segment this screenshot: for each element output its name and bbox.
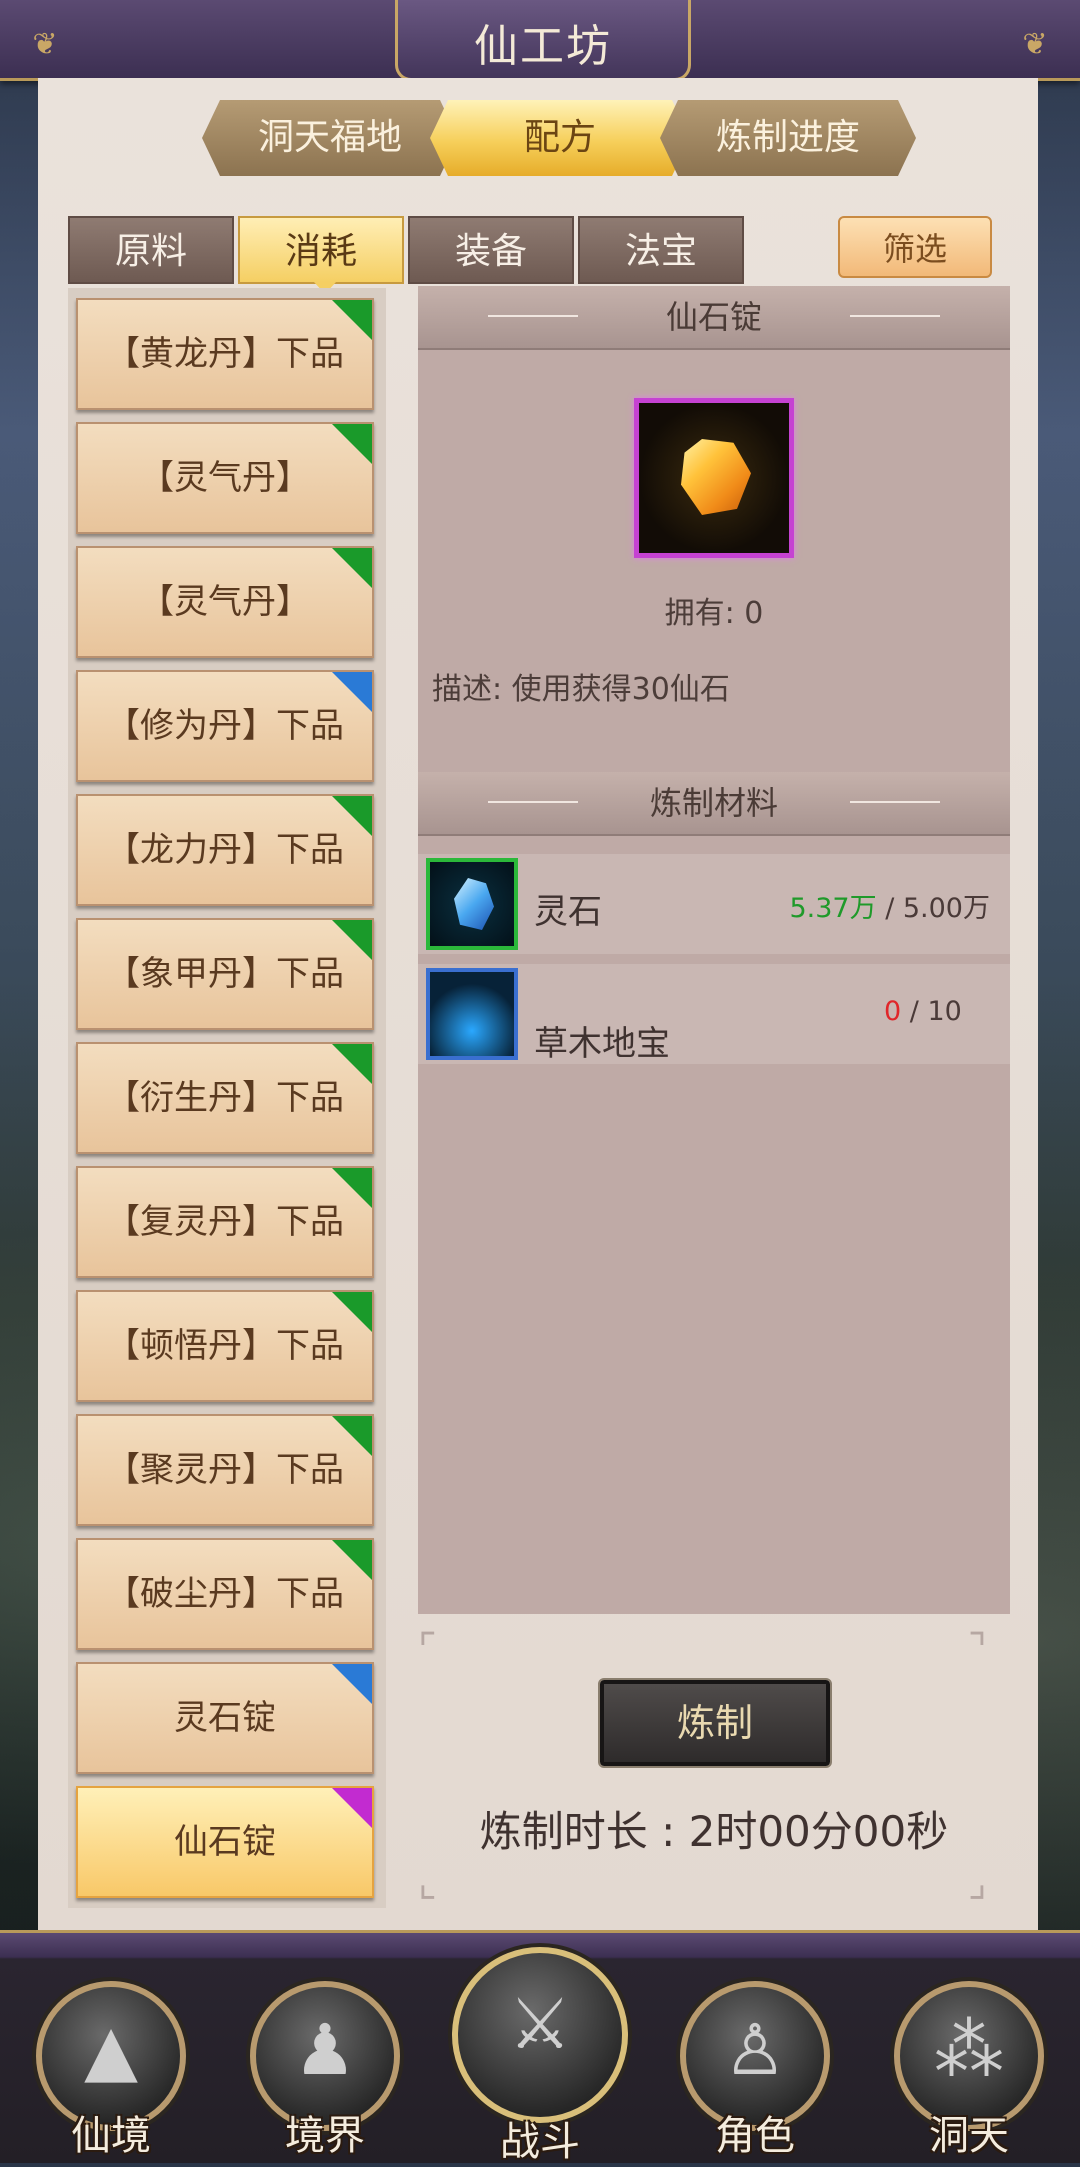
tab-artifacts[interactable]: 法宝 [578,216,744,284]
list-item[interactable]: 灵石锭 [76,1662,374,1774]
divider-line [488,801,578,803]
tab-craft-progress[interactable]: 炼制进度 [660,100,916,176]
quality-corner-icon [332,1540,372,1580]
quality-corner-icon [332,1168,372,1208]
list-item[interactable]: 【顿悟丹】下品 [76,1290,374,1402]
tab-dongtian-fudi[interactable]: 洞天福地 [202,100,458,176]
crystal-icon [454,878,494,930]
list-item[interactable]: 【聚灵丹】下品 [76,1414,374,1526]
material-need: / 5.00万 [876,893,990,924]
corner-ornament-icon: ⌟ [968,1860,987,1906]
character-silhouette-icon: ♙ [723,2009,787,2091]
item-label: 【破尘丹】下品 [106,1574,344,1614]
corner-ornament-icon: ⌜ [418,1626,437,1672]
list-item[interactable]: 【修为丹】下品 [76,670,374,782]
item-label: 【象甲丹】下品 [106,954,344,994]
list-item-selected[interactable]: 仙石锭 [76,1786,374,1898]
materials-title: 炼制材料 [649,784,778,822]
window-title: 仙工坊 [474,21,612,72]
item-label: 【黄龙丹】下品 [106,334,344,374]
filter-button[interactable]: 筛选 [838,216,992,278]
quality-corner-icon [332,548,372,588]
list-item[interactable]: 【破尘丹】下品 [76,1538,374,1650]
item-label: 【复灵丹】下品 [106,1202,344,1242]
title-bar: ❦ ❦ 仙工坊 [0,0,1080,81]
mountain-icon: ▲ [84,2009,138,2091]
list-item[interactable]: 【龙力丹】下品 [76,794,374,906]
quality-corner-icon [332,424,372,464]
nav-label: 战斗 [500,2119,580,2165]
quality-corner-icon [332,1788,372,1828]
quality-corner-icon [332,672,372,712]
list-item[interactable]: 【复灵丹】下品 [76,1166,374,1278]
materials-header: 炼制材料 [418,772,1010,836]
material-row: 草木地宝 0 / 10 [418,964,1010,1064]
quality-corner-icon [332,1292,372,1332]
divider-line [850,315,940,317]
herb-treasure-icon[interactable] [426,968,518,1060]
item-name-header: 仙石锭 [418,286,1010,350]
quality-corner-icon [332,1044,372,1084]
owned-count: 拥有: 0 [664,596,764,631]
item-label: 【龙力丹】下品 [106,830,344,870]
item-name: 仙石锭 [665,298,762,336]
material-name: 草木地宝 [534,1024,670,1064]
quality-corner-icon [332,796,372,836]
quality-corner-icon [332,920,372,960]
item-icon-frame[interactable] [634,398,794,558]
tab-equipment[interactable]: 装备 [408,216,574,284]
quality-corner-icon [332,1664,372,1704]
divider-line [488,315,578,317]
item-label: 【灵气丹】 [140,458,310,498]
item-label: 【顿悟丹】下品 [106,1326,344,1366]
item-description: 描述: 使用获得30仙石 [432,672,730,707]
craft-button[interactable]: 炼制 [598,1678,832,1768]
recipe-list[interactable]: 【黄龙丹】下品 【灵气丹】 【灵气丹】 【修为丹】下品 【龙力丹】下品 【象甲丹… [68,288,386,1908]
list-item[interactable]: 【象甲丹】下品 [76,918,374,1030]
tab-raw-materials[interactable]: 原料 [68,216,234,284]
item-label: 仙石锭 [174,1822,276,1862]
divider-line [850,801,940,803]
material-name: 灵石 [534,892,602,932]
nav-label: 境界 [285,2113,365,2159]
item-label: 【聚灵丹】下品 [106,1450,344,1490]
item-label: 灵石锭 [174,1698,276,1738]
item-label: 【修为丹】下品 [106,706,344,746]
spirit-stone-icon[interactable] [426,858,518,950]
meditating-figure-icon: ♟ [293,2009,357,2091]
bottom-nav: ▲ 仙境 ♟ 境界 ⚔ 战斗 ♙ 角色 ⁂ 洞天 [0,1930,1080,2165]
material-count: 0 / 10 [884,996,962,1027]
list-item[interactable]: 【黄龙丹】下品 [76,298,374,410]
quality-corner-icon [332,1416,372,1456]
right-ornament-icon: ❦ [1022,27,1048,62]
immortal-stone-ingot-icon [681,439,751,515]
left-ornament-icon: ❦ [32,27,58,62]
material-row: 灵石 5.37万 / 5.00万 [418,854,1010,954]
quality-corner-icon [332,300,372,340]
item-label: 【灵气丹】 [140,582,310,622]
nav-label: 洞天 [929,2113,1009,2159]
corner-ornament-icon: ⌞ [418,1860,437,1906]
crossed-swords-icon: ⚔ [508,1983,572,2065]
material-count: 5.37万 / 5.00万 [789,886,990,925]
craft-duration: 炼制时长 : 2时00分00秒 [479,1807,949,1856]
list-item[interactable]: 【灵气丹】 [76,546,374,658]
triple-circle-icon: ⁂ [934,2009,1004,2091]
material-have: 5.37万 [789,893,877,924]
material-need: / 10 [901,996,962,1027]
item-label: 【衍生丹】下品 [106,1078,344,1118]
nav-label: 仙境 [71,2113,151,2159]
corner-ornament-icon: ⌝ [968,1626,987,1672]
nav-battle-button[interactable]: ⚔ [452,1947,628,2123]
tab-recipe[interactable]: 配方 [430,100,690,176]
nav-label: 角色 [715,2113,795,2159]
list-item[interactable]: 【灵气丹】 [76,422,374,534]
material-have: 0 [884,996,902,1027]
list-item[interactable]: 【衍生丹】下品 [76,1042,374,1154]
tab-consumables[interactable]: 消耗 [238,216,404,284]
